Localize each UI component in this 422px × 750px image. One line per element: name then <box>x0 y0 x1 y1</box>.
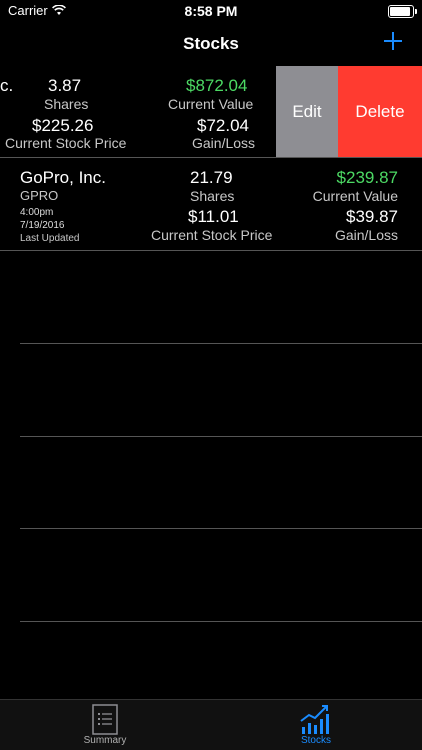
document-list-icon <box>92 704 118 735</box>
tab-summary[interactable]: Summary <box>55 703 155 749</box>
stock-row[interactable]: GoPro, Inc. GPRO 4:00pm 7/19/2016 Last U… <box>0 158 422 251</box>
chart-growth-icon <box>300 705 329 734</box>
stock-row-swiped[interactable]: c. 3.87 Shares $872.04 Current Value $22… <box>0 66 276 157</box>
gain-loss-value: $39.87 <box>346 207 398 226</box>
last-updated-label: Last Updated <box>20 233 80 244</box>
tab-bar: Summary Stocks <box>0 699 422 750</box>
stock-name: GoPro, Inc. <box>20 168 106 187</box>
shares-value: 3.87 <box>48 76 82 95</box>
current-price: $11.01 <box>188 207 239 226</box>
empty-row-separator <box>20 343 422 344</box>
last-updated-time: 4:00pm <box>20 207 54 218</box>
shares-label: Shares <box>190 188 235 204</box>
current-value: $872.04 <box>186 76 248 95</box>
tab-summary-label: Summary <box>83 735 127 746</box>
empty-row-separator <box>20 436 422 437</box>
empty-row-separator <box>20 621 422 622</box>
stock-ticker: GPRO <box>20 188 59 203</box>
gain-loss-label: Gain/Loss <box>192 135 256 151</box>
gain-loss-label: Gain/Loss <box>334 227 398 243</box>
current-value-label: Current Value <box>168 96 254 112</box>
delete-button[interactable]: Delete <box>338 66 422 157</box>
current-price: $225.26 <box>32 116 94 135</box>
shares-label: Shares <box>44 96 89 112</box>
navigation-bar: Stocks <box>0 22 422 66</box>
current-value-label: Current Value <box>312 188 398 204</box>
status-bar: Carrier 8:58 PM <box>0 0 422 22</box>
battery-icon <box>388 5 417 18</box>
shares-value: 21.79 <box>190 168 233 187</box>
tab-stocks-label: Stocks <box>300 735 331 746</box>
plus-icon <box>384 32 402 50</box>
add-stock-button[interactable] <box>382 30 404 52</box>
current-price-label: Current Stock Price <box>5 135 127 151</box>
empty-row-separator <box>20 528 422 529</box>
last-updated-date: 7/19/2016 <box>20 220 65 231</box>
page-title: Stocks <box>183 34 239 53</box>
gain-loss-value: $72.04 <box>197 116 249 135</box>
stock-name: c. <box>0 76 14 95</box>
clock: 8:58 PM <box>184 3 238 19</box>
current-price-label: Current Stock Price <box>151 227 273 243</box>
current-value: $239.87 <box>336 168 398 187</box>
tab-stocks[interactable]: Stocks <box>266 703 366 749</box>
edit-button[interactable]: Edit <box>276 66 338 157</box>
